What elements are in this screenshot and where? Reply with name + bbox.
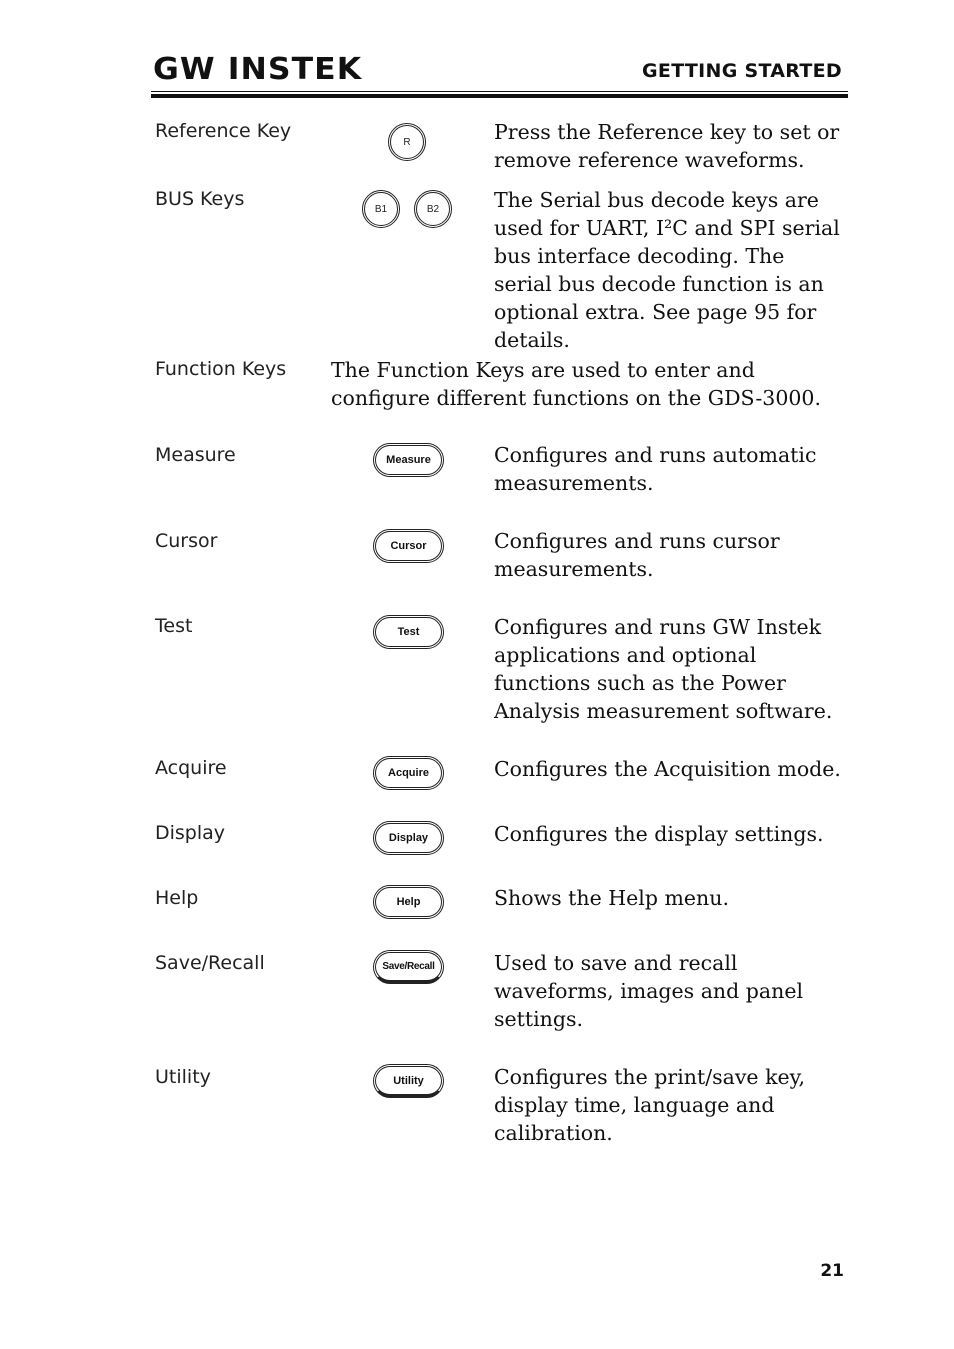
desc-function-keys: The Function Keys are used to enter and … <box>331 358 821 410</box>
reference-key-icon: R <box>388 123 426 161</box>
gw-instek-logo: GW INSTEK <box>153 52 363 87</box>
desc-display: Configures the display settings. <box>494 822 824 846</box>
label-help: Help <box>155 887 199 909</box>
desc-help: Shows the Help menu. <box>494 886 729 910</box>
label-save-recall: Save/Recall <box>155 952 265 974</box>
display-key-icon: Display <box>373 821 444 855</box>
save-recall-key-icon: Save/Recall <box>373 950 444 984</box>
desc-acquire: Configures the Acquisition mode. <box>494 757 841 781</box>
measure-key-icon: Measure <box>373 443 444 477</box>
page-number: 21 <box>820 1261 844 1281</box>
desc-utility: Configures the print/save key, display t… <box>494 1065 806 1145</box>
b1-key-icon: B1 <box>362 190 400 228</box>
help-key-icon: Help <box>373 885 444 919</box>
desc-save-recall: Used to save and recall waveforms, image… <box>494 951 804 1031</box>
label-display: Display <box>155 822 226 844</box>
b2-key-icon: B2 <box>414 190 452 228</box>
cursor-key-icon: Cursor <box>373 529 444 563</box>
desc-bus-keys: The Serial bus decode keys are used for … <box>494 188 840 352</box>
header-rule-thick <box>151 94 848 98</box>
label-reference-key: Reference Key <box>155 120 292 142</box>
label-test: Test <box>155 615 193 637</box>
acquire-key-icon: Acquire <box>373 756 444 790</box>
desc-cursor: Configures and runs cursor measurements. <box>494 529 780 581</box>
label-function-keys: Function Keys <box>155 358 287 380</box>
test-key-icon: Test <box>373 615 444 649</box>
label-utility: Utility <box>155 1066 211 1088</box>
desc-test: Configures and runs GW Instek applicatio… <box>494 615 833 723</box>
desc-measure: Configures and runs automatic measuremen… <box>494 443 817 495</box>
label-bus-keys: BUS Keys <box>155 188 245 210</box>
label-measure: Measure <box>155 444 236 466</box>
utility-key-icon: Utility <box>373 1064 444 1098</box>
header-rule-thin <box>151 91 848 92</box>
label-cursor: Cursor <box>155 530 218 552</box>
label-acquire: Acquire <box>155 757 227 779</box>
section-title: GETTING STARTED <box>642 60 842 82</box>
desc-reference-key: Press the Reference key to set or remove… <box>494 120 840 172</box>
